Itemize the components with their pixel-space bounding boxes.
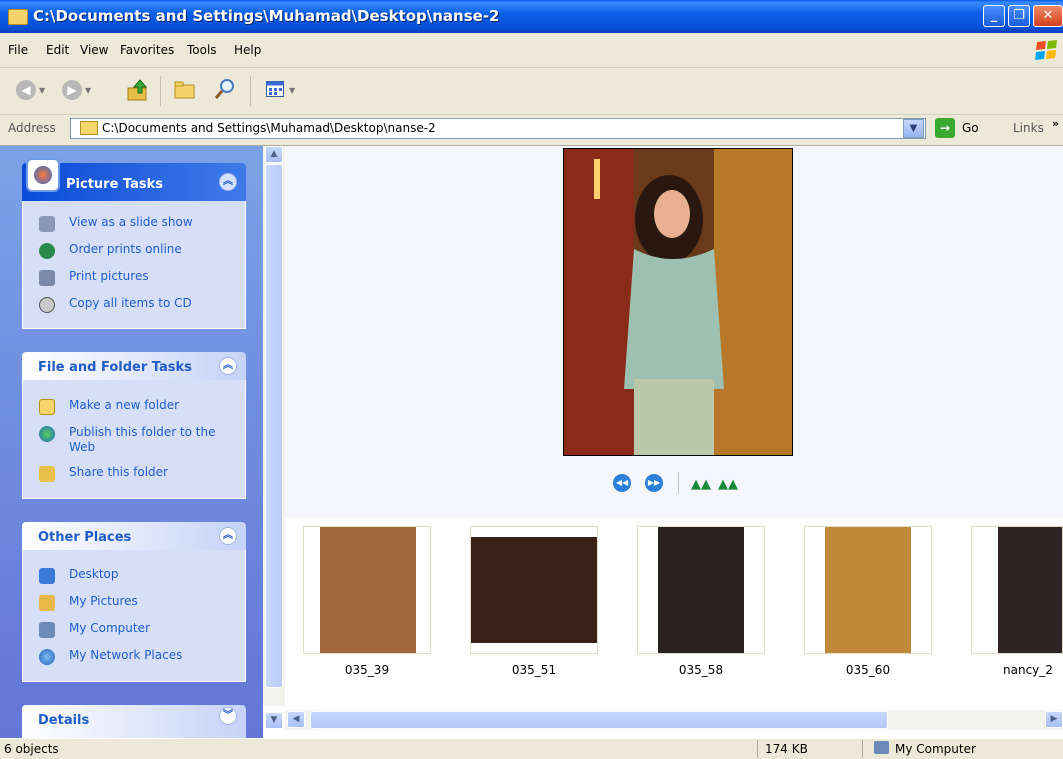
my-computer-icon <box>39 622 55 638</box>
back-arrow-icon[interactable]: ◀ <box>16 80 36 100</box>
print-pictures-link[interactable]: Print pictures <box>69 269 149 283</box>
restore-button[interactable]: ❐ <box>1008 5 1030 27</box>
forward-arrow-icon[interactable]: ▶ <box>62 80 82 100</box>
publish-web-icon <box>39 426 55 442</box>
back-dropdown-icon[interactable]: ▼ <box>39 86 45 95</box>
my-computer-icon <box>874 741 889 754</box>
status-divider <box>862 740 863 758</box>
address-dropdown-button[interactable]: ▼ <box>903 119 924 138</box>
order-prints-icon <box>39 243 55 259</box>
view-slideshow-link[interactable]: View as a slide show <box>69 215 193 229</box>
slideshow-icon <box>39 216 55 232</box>
scroll-down-button[interactable]: ▼ <box>265 712 283 729</box>
share-folder-link[interactable]: Share this folder <box>69 465 168 479</box>
rotate-counterclockwise-icon[interactable]: ▲▲ <box>718 477 738 492</box>
menu-tools[interactable]: Tools <box>187 43 217 57</box>
address-label: Address <box>8 121 56 135</box>
total-size: 174 KB <box>765 742 808 756</box>
details-title: Details <box>38 713 90 728</box>
toolbar-separator <box>250 76 251 106</box>
zone-label: My Computer <box>895 742 976 756</box>
windows-logo-icon <box>1035 40 1057 60</box>
menu-favorites[interactable]: Favorites <box>120 43 174 57</box>
thumbnail-label[interactable]: 035_58 <box>637 663 765 677</box>
scroll-up-button[interactable]: ▲ <box>265 146 283 163</box>
thumbnail[interactable] <box>470 526 598 654</box>
scroll-left-button[interactable]: ◀ <box>287 711 305 728</box>
scroll-right-button[interactable]: ▶ <box>1045 711 1063 728</box>
collapse-icon[interactable]: ︽ <box>219 527 237 545</box>
collapse-icon[interactable]: ︽ <box>219 173 237 191</box>
other-places-title: Other Places <box>38 530 132 545</box>
desktop-link[interactable]: Desktop <box>69 567 119 581</box>
search-icon[interactable] <box>214 78 236 100</box>
next-image-icon[interactable]: ▶▶ <box>645 474 663 492</box>
minimize-button[interactable]: _ <box>983 5 1005 27</box>
thumbnail[interactable] <box>971 526 1063 654</box>
thumbnail-label[interactable]: 035_51 <box>470 663 598 677</box>
object-count: 6 objects <box>4 742 59 756</box>
desktop-icon <box>39 568 55 584</box>
toolbar-separator <box>160 76 161 106</box>
views-dropdown-icon[interactable]: ▼ <box>289 86 295 95</box>
close-button[interactable]: ✕ <box>1033 5 1063 27</box>
picture-tasks-title: Picture Tasks <box>66 177 163 192</box>
go-arrow-icon[interactable]: → <box>935 118 955 138</box>
folder-icon <box>8 9 28 25</box>
thumbnail[interactable] <box>804 526 932 654</box>
network-places-icon <box>39 649 55 665</box>
folder-icon <box>80 121 98 135</box>
make-new-folder-link[interactable]: Make a new folder <box>69 398 179 412</box>
preview-image[interactable] <box>563 148 793 456</box>
publish-folder-link[interactable]: Publish this folder to the Web <box>69 425 219 455</box>
thumbnail[interactable] <box>303 526 431 654</box>
up-folder-icon[interactable] <box>126 78 150 102</box>
thumbnail[interactable] <box>637 526 765 654</box>
window-title: C:\Documents and Settings\Muhamad\Deskto… <box>33 7 500 25</box>
control-separator <box>678 472 679 494</box>
menu-file[interactable]: File <box>8 43 28 57</box>
picture-tasks-icon <box>26 158 60 192</box>
collapse-icon[interactable]: ︽ <box>219 357 237 375</box>
chevron-right-icon[interactable]: » <box>1052 117 1059 130</box>
folders-icon[interactable] <box>174 80 196 100</box>
network-places-link[interactable]: My Network Places <box>69 648 182 662</box>
file-folder-tasks-title: File and Folder Tasks <box>38 360 192 375</box>
menu-view[interactable]: View <box>80 43 108 57</box>
other-places-panel <box>22 550 246 682</box>
cd-icon <box>39 297 55 313</box>
expand-icon[interactable]: ︾ <box>219 707 237 725</box>
share-folder-icon <box>39 466 55 482</box>
thumbnail-label[interactable]: nancy_2 <box>1003 663 1063 677</box>
menu-edit[interactable]: Edit <box>46 43 69 57</box>
rotate-clockwise-icon[interactable]: ▲▲ <box>691 477 711 492</box>
links-button[interactable]: Links <box>1013 121 1044 135</box>
order-prints-link[interactable]: Order prints online <box>69 242 182 256</box>
address-value[interactable]: C:\Documents and Settings\Muhamad\Deskto… <box>102 121 436 135</box>
previous-image-icon[interactable]: ◀◀ <box>613 474 631 492</box>
new-folder-icon <box>39 399 55 415</box>
go-button[interactable]: Go <box>962 121 979 135</box>
forward-dropdown-icon[interactable]: ▼ <box>85 86 91 95</box>
views-icon[interactable] <box>266 81 284 97</box>
my-pictures-link[interactable]: My Pictures <box>69 594 138 608</box>
status-divider <box>757 740 758 758</box>
menu-help[interactable]: Help <box>234 43 261 57</box>
thumbnail-label[interactable]: 035_39 <box>303 663 431 677</box>
printer-icon <box>39 270 55 286</box>
scroll-thumb[interactable] <box>265 164 283 688</box>
horizontal-scroll-thumb[interactable] <box>310 711 888 729</box>
my-computer-link[interactable]: My Computer <box>69 621 150 635</box>
thumbnail-label[interactable]: 035_60 <box>804 663 932 677</box>
copy-to-cd-link[interactable]: Copy all items to CD <box>69 296 192 310</box>
my-pictures-icon <box>39 595 55 611</box>
